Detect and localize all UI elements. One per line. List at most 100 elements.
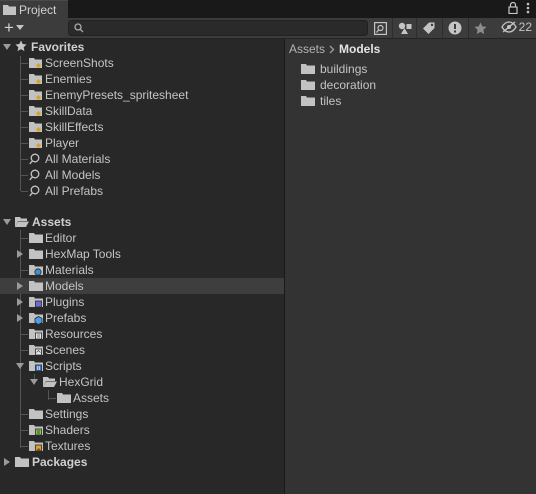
star-icon [474,22,487,34]
create-button[interactable]: + [4,19,24,36]
folder-label: Textures [45,439,91,453]
scenes-folder-icon [29,345,43,356]
folder-item-materials[interactable]: Materials [0,262,284,278]
lock-icon[interactable] [508,2,518,14]
favorite-item-label: All Prefabs [45,184,104,198]
favorite-item-label: EnemyPresets_spritesheet [45,88,189,102]
folder-item-scenes[interactable]: Scenes [0,342,284,358]
expand-arrow-icon[interactable] [16,363,24,369]
folder-label: Plugins [45,295,85,309]
favorites-header[interactable]: Favorites [0,39,284,55]
folder-item-resources[interactable]: Resources [0,326,284,342]
tab-project[interactable]: Project [0,0,68,18]
favorite-item[interactable]: SkillEffects [0,119,284,135]
warning-circle-icon [448,21,461,35]
star-icon [15,40,27,52]
search-by-window-button[interactable] [368,18,392,38]
content-item-tiles[interactable]: tiles [301,93,341,109]
folder-item-models[interactable]: Models [0,278,284,294]
folder-item-shaders[interactable]: Shaders [0,422,284,438]
folder-label: Models [45,279,84,293]
folder-label: Scripts [45,359,82,373]
folder-label: Assets [73,391,110,405]
folder-label: Settings [45,407,89,421]
folder-item-textures[interactable]: Textures [0,438,284,454]
open-window-search-icon [373,21,387,35]
hidden-count: 22 [518,20,532,34]
folder-icon [15,457,29,467]
folder-item-prefabs[interactable]: Prefabs [0,310,284,326]
folder-icon [29,233,43,243]
chevron-down-icon [15,25,24,30]
favorite-search-button[interactable] [468,18,492,38]
folder-item-plugins[interactable]: Plugins [0,294,284,310]
folder-label: Prefabs [45,311,87,325]
scripts-folder-icon [29,361,43,372]
content-item-decoration[interactable]: decoration [301,77,376,93]
materials-folder-icon [29,265,43,276]
folder-contents-panel[interactable]: Assets Models buildings decoration tiles [285,39,536,494]
favorite-item[interactable]: ScreenShots [0,55,284,71]
favorite-search-item[interactable]: All Prefabs [0,183,284,199]
folder-label: HexGrid [59,375,104,389]
search-icon [29,185,40,197]
kebab-menu-icon[interactable] [526,2,530,14]
favorite-folder-icon [29,138,42,148]
folder-icon [301,96,315,106]
favorite-item-label: SkillData [45,104,93,118]
expand-arrow-icon[interactable] [17,298,23,306]
breadcrumb-item-models[interactable]: Models [339,42,380,56]
expand-arrow-icon[interactable] [4,458,10,466]
content-item-label: tiles [320,94,342,108]
content-item-buildings[interactable]: buildings [301,61,367,77]
folder-icon [29,409,43,419]
hidden-packages-toggle[interactable]: 22 [500,20,532,34]
folder-icon [29,249,43,259]
breadcrumb-item-assets[interactable]: Assets [289,42,325,56]
folder-icon [301,64,315,74]
folder-label: Editor [45,231,77,245]
expand-arrow-icon[interactable] [17,314,23,322]
folder-icon [3,5,16,15]
folder-item-scripts[interactable]: Scripts [0,358,284,374]
search-icon [29,153,40,165]
content-item-label: decoration [320,78,377,92]
favorite-item-label: All Materials [45,152,111,166]
packages-label: Packages [32,455,88,469]
expand-arrow-icon[interactable] [17,250,23,258]
folder-icon [29,281,43,291]
folder-icon [301,80,315,90]
expand-arrow-icon[interactable] [3,219,11,225]
search-icon [74,23,84,33]
search-input[interactable] [68,20,368,36]
expand-arrow-icon[interactable] [17,282,23,290]
favorite-item[interactable]: EnemyPresets_spritesheet [0,87,284,103]
favorite-item[interactable]: Enemies [0,71,284,87]
folder-tree-panel[interactable]: Favorites ScreenShots Enemies EnemyPrese… [0,39,284,494]
filter-by-label-button[interactable] [416,18,440,38]
folder-item-hexgrid-assets[interactable]: Assets [0,390,284,406]
favorite-item-label: ScreenShots [45,56,114,70]
favorite-item[interactable]: Player [0,135,284,151]
folder-icon [57,393,71,403]
filter-by-type-button[interactable] [392,18,416,38]
folder-item-settings[interactable]: Settings [0,406,284,422]
folder-open-icon [15,217,29,227]
favorite-item-label: SkillEffects [45,120,104,134]
folder-item-hexgrid[interactable]: HexGrid [0,374,284,390]
folder-item-editor[interactable]: Editor [0,230,284,246]
breadcrumb: Assets Models [289,41,380,57]
expand-arrow-icon[interactable] [30,379,38,385]
chevron-right-icon [329,45,335,53]
folder-item-hexmap-tools[interactable]: HexMap Tools [0,246,284,262]
folder-open-icon [43,377,57,387]
favorite-search-item[interactable]: All Materials [0,151,284,167]
textures-folder-icon [29,441,43,452]
assets-header[interactable]: Assets [0,214,284,230]
packages-header[interactable]: Packages [0,454,284,470]
tag-icon [423,22,435,34]
filter-by-log-button[interactable] [442,18,466,38]
favorite-item[interactable]: SkillData [0,103,284,119]
favorite-search-item[interactable]: All Models [0,167,284,183]
expand-arrow-icon[interactable] [3,44,11,50]
